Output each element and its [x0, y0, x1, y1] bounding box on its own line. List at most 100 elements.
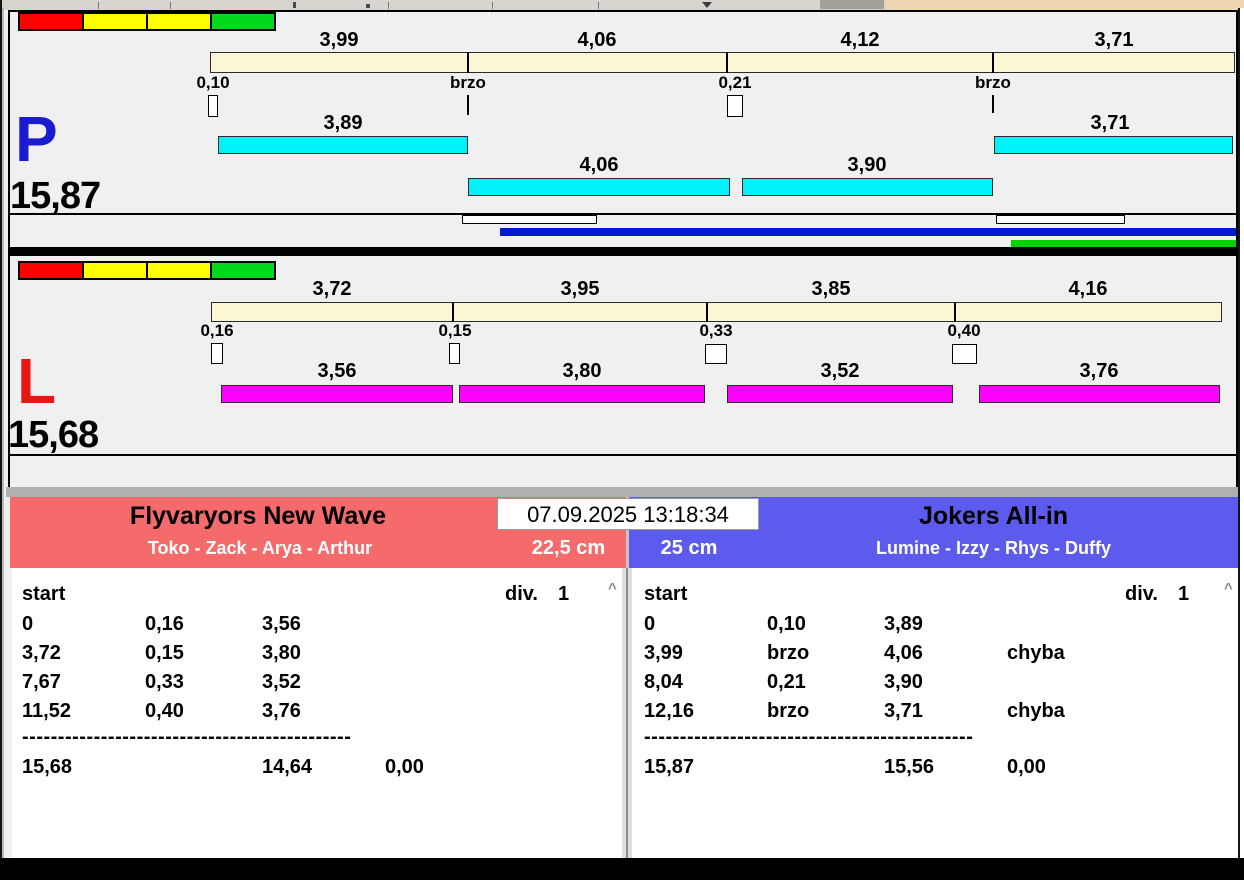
- lane-p-crossing-box: [727, 95, 743, 117]
- table-cell: 0: [22, 613, 34, 635]
- table-cell: chyba: [1007, 642, 1065, 664]
- lane-l-run-label: 3,80: [562, 360, 602, 382]
- lane-l-crossing-label: 0,15: [438, 321, 472, 340]
- lane-l-panel-border-right: [1236, 256, 1238, 487]
- table-gap-line: [626, 568, 628, 858]
- table-cell: 0,16: [145, 613, 184, 635]
- lane-l-crossing-box: [449, 343, 460, 364]
- lane-p-timeline-divider: [726, 52, 728, 73]
- toolbar-separator: [170, 2, 171, 9]
- lane-p-crossing-tick: [467, 95, 469, 115]
- table-total-time: 15,68: [22, 756, 73, 778]
- lane-l-crossing-label: 0,40: [947, 321, 981, 340]
- scroll-up-arrow-icon[interactable]: ^: [608, 581, 617, 596]
- lane-l-run-label: 3,52: [820, 360, 860, 382]
- lane-l-run-bar: [727, 385, 953, 403]
- table-start-label: start: [644, 583, 688, 605]
- lane-p-run-label: 3,90: [847, 154, 887, 176]
- lane-p-run-label: 3,89: [323, 112, 363, 134]
- lane-p-crossing-tick: [992, 95, 994, 113]
- toolbar-glyph: [293, 2, 296, 8]
- toolbar-scroll-fragment: [820, 0, 884, 9]
- table-cell: 3,90: [884, 671, 923, 693]
- table-cell: 7,67: [22, 671, 61, 693]
- lane-p-run-bar: [994, 136, 1233, 154]
- toolbar-separator: [98, 2, 99, 9]
- lane-l-crossing-label: 0,33: [699, 321, 733, 340]
- status-light-green: [212, 14, 274, 29]
- table-cell: 0,15: [145, 642, 184, 664]
- toolbar-separator: [598, 2, 599, 9]
- window-right-margin: [1240, 8, 1244, 858]
- table-cell: 0,33: [145, 671, 184, 693]
- lane-l-crossing-box: [952, 344, 977, 364]
- lane-l-total-time: 15,68: [8, 414, 99, 456]
- lane-p-panel-border-right: [1236, 10, 1238, 247]
- lane-l-run-bar: [459, 385, 705, 403]
- window-left-edge-highlight: [2, 8, 4, 858]
- lane-l-timeline-divider: [452, 302, 454, 322]
- table-total-clean: 15,56: [884, 756, 935, 778]
- lane-l-split-label: 3,95: [560, 278, 600, 300]
- lane-l-split-label: 3,85: [811, 278, 851, 300]
- lane-p-split-label: 3,71: [1094, 29, 1134, 51]
- lane-p-timeline-bar: [210, 52, 1235, 73]
- lane-p-split-label: 4,06: [577, 29, 617, 51]
- team-left-result-table[interactable]: start div. 1 ^ 0 0,16 3,56 3,72 0,15 3,8…: [12, 568, 622, 858]
- lane-l-timeline-divider: [954, 302, 956, 322]
- lane-p-crossing-label: brzo: [975, 73, 1011, 92]
- lane-l-run-bar: [979, 385, 1220, 403]
- status-light-red: [20, 14, 84, 29]
- lane-divider-band: [8, 247, 1238, 256]
- lane-l-strip-divider: [10, 454, 1236, 456]
- table-cell: 0,10: [767, 613, 806, 635]
- lane-l-split-label: 4,16: [1068, 278, 1108, 300]
- lane-p-progress-bar-blue: [500, 228, 1236, 236]
- lane-l-letter: L: [17, 345, 57, 417]
- table-cell: 3,56: [262, 613, 301, 635]
- table-division-label: div.: [1125, 583, 1158, 605]
- lane-p-run-label: 3,71: [1090, 112, 1130, 134]
- lane-l-split-label: 3,72: [312, 278, 352, 300]
- status-light-red: [20, 263, 84, 278]
- lane-p-rerun-bar: [996, 215, 1125, 224]
- lane-p-letter: P: [15, 103, 58, 175]
- lane-l-timeline-bar: [211, 302, 1222, 322]
- toolbar-separator: [388, 2, 389, 9]
- team-left-name: Flyvaryors New Wave: [129, 502, 387, 530]
- chevron-down-icon: [702, 2, 712, 8]
- table-cell: 3,76: [262, 700, 301, 722]
- team-right-result-table[interactable]: start div. 1 ^ 0 0,10 3,89 3,99 brzo 4,0…: [632, 568, 1238, 858]
- lane-l-run-label: 3,56: [317, 360, 357, 382]
- lane-p-timeline-divider: [992, 52, 994, 73]
- team-right-name: Jokers All-in: [918, 502, 1069, 530]
- lane-p-crossing-box: [208, 95, 218, 117]
- lane-l-crossing-box: [705, 344, 727, 364]
- table-division-label: div.: [505, 583, 538, 605]
- lane-p-crossing-label: brzo: [450, 73, 486, 92]
- timestamp-display: 07.09.2025 13:18:34: [497, 498, 759, 530]
- lane-p-run-label: 4,06: [579, 154, 619, 176]
- scroll-up-arrow-icon[interactable]: ^: [1224, 581, 1233, 596]
- table-cell: 0,40: [145, 700, 184, 722]
- table-cell: 3,72: [22, 642, 61, 664]
- table-cell: 3,80: [262, 642, 301, 664]
- lane-p-timeline-divider: [467, 52, 469, 73]
- lane-p-run-bar: [742, 178, 993, 196]
- status-light-yellow: [84, 263, 148, 278]
- team-right-jump-height: 25 cm: [660, 537, 718, 559]
- table-total-time: 15,87: [644, 756, 695, 778]
- table-total-clean: 14,64: [262, 756, 313, 778]
- table-cell: 3,52: [262, 671, 301, 693]
- lane-l-status-lights: [18, 261, 276, 280]
- toolbar-glyph: [366, 4, 370, 8]
- table-start-label: start: [22, 583, 66, 605]
- status-light-yellow: [148, 263, 212, 278]
- lane-l-run-bar: [221, 385, 453, 403]
- lane-p-split-label: 3,99: [319, 29, 359, 51]
- bottom-bar: [0, 858, 1244, 880]
- lane-p-total-time: 15,87: [10, 175, 101, 217]
- lane-p-run-bar: [218, 136, 468, 154]
- lane-p-status-lights: [18, 12, 276, 31]
- lane-p-run-bar: [468, 178, 730, 196]
